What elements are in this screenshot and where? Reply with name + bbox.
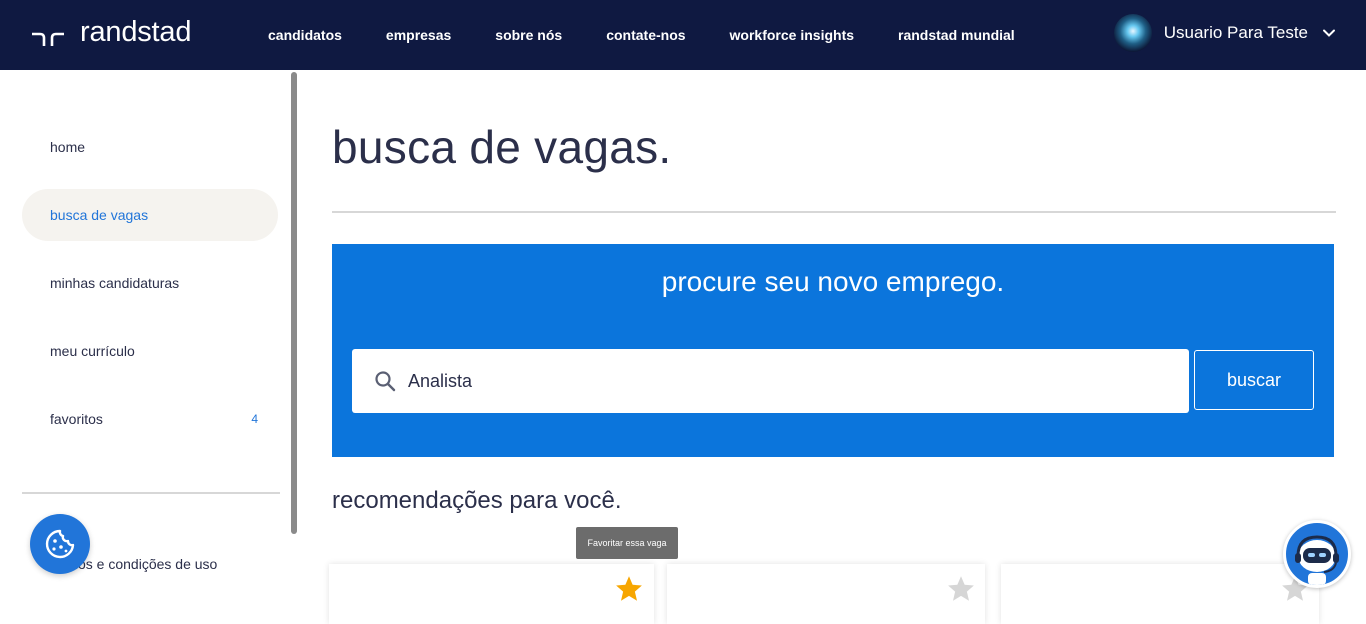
job-card[interactable] [329, 564, 654, 624]
sidebar-item-favoritos[interactable]: favoritos 4 [22, 393, 278, 445]
sidebar-item-label: meu currículo [50, 343, 135, 359]
sidebar-item-home[interactable]: home [22, 121, 278, 173]
sidebar-item-label: home [50, 139, 86, 155]
randstad-logo[interactable]: randstad [30, 16, 191, 49]
avatar [1113, 14, 1152, 52]
logo-text: randstad [80, 16, 192, 48]
search-icon [375, 371, 396, 392]
search-input[interactable] [408, 370, 1168, 392]
search-button[interactable]: buscar [1194, 350, 1314, 410]
user-name: Usuario Para Teste [1163, 23, 1308, 42]
recommendations-heading: recomendações para você. [332, 487, 622, 514]
search-box[interactable] [352, 349, 1189, 413]
nav-randstad-mundial[interactable]: randstad mundial [898, 27, 1015, 43]
cookie-settings-button[interactable] [30, 514, 90, 574]
nav-workforce-insights[interactable]: workforce insights [730, 27, 854, 43]
search-heading: procure seu novo emprego. [661, 266, 1005, 297]
sidebar-item-minhas-candidaturas[interactable]: minhas candidaturas [22, 257, 278, 309]
top-navigation-bar: randstad candidatos empresas sobre nós c… [0, 0, 1366, 70]
job-card[interactable] [667, 564, 985, 624]
main-nav: candidatos empresas sobre nós contate-no… [268, 0, 1059, 70]
sidebar-item-label: favoritos [50, 411, 103, 427]
favorite-tooltip: Favoritar essa vaga [576, 527, 678, 559]
title-divider [332, 211, 1336, 213]
page-title: busca de vagas. [332, 121, 672, 173]
sidebar-divider [22, 492, 280, 494]
chevron-down-icon [1323, 29, 1335, 37]
job-card-title-partial [371, 598, 471, 604]
randstad-logo-icon [32, 32, 64, 46]
job-card[interactable] [1001, 564, 1319, 624]
star-icon[interactable] [614, 574, 644, 604]
user-menu[interactable]: Usuario Para Teste [1113, 14, 1336, 52]
cookie-icon [45, 529, 75, 559]
sidebar-item-label: minhas candidaturas [50, 275, 180, 291]
sidebar-item-label: busca de vagas [50, 207, 149, 223]
sidebar-scrollbar[interactable] [291, 72, 297, 534]
nav-sobre-nos[interactable]: sobre nós [495, 27, 562, 43]
nav-contate-nos[interactable]: contate-nos [606, 27, 685, 43]
sidebar-item-busca-de-vagas[interactable]: busca de vagas [22, 189, 278, 241]
chatbot-icon [1295, 535, 1339, 585]
nav-empresas[interactable]: empresas [386, 27, 451, 43]
star-icon[interactable] [946, 574, 976, 604]
sidebar-item-meu-curriculo[interactable]: meu currículo [22, 325, 278, 377]
nav-candidatos[interactable]: candidatos [268, 27, 342, 43]
job-search-panel: procure seu novo emprego. buscar [332, 244, 1334, 457]
chatbot-button[interactable] [1283, 520, 1351, 588]
favoritos-count-badge: 4 [251, 412, 258, 426]
